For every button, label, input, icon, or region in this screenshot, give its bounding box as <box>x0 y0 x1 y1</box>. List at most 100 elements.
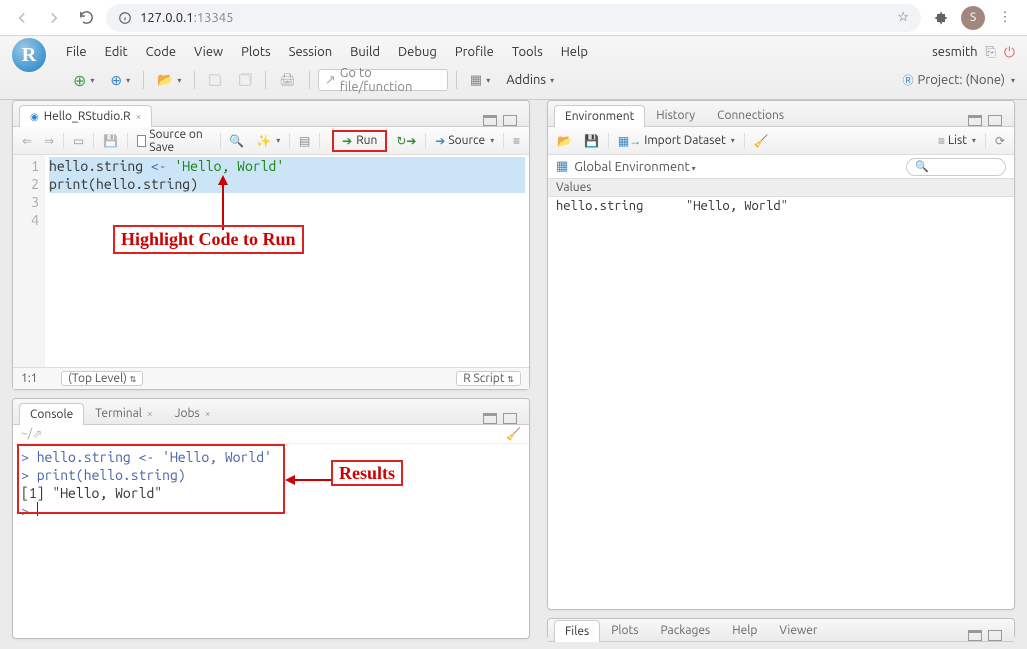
load-workspace-icon[interactable]: 📂 <box>554 131 575 151</box>
show-in-new-icon[interactable]: ▭ <box>70 131 87 151</box>
save-source-icon[interactable]: 💾 <box>100 131 121 151</box>
env-variable-row[interactable]: hello.string "Hello, World" <box>548 197 1014 215</box>
clear-env-icon[interactable]: 🧹 <box>751 131 772 151</box>
clear-console-icon[interactable]: 🧹 <box>506 427 521 441</box>
menu-plots[interactable]: Plots <box>241 45 271 59</box>
open-file-button[interactable]: 📂▾ <box>152 69 186 91</box>
kebab-menu-icon[interactable]: ⋮ <box>993 6 1017 30</box>
wand-icon[interactable]: ✨▾ <box>253 131 283 151</box>
save-workspace-icon[interactable]: 💾 <box>581 131 602 151</box>
tab-terminal[interactable]: Terminal× <box>84 402 163 424</box>
back-button[interactable] <box>10 6 34 30</box>
files-pane: Files Plots Packages Help Viewer <box>547 618 1015 639</box>
list-view-button[interactable]: ≡ List▾ <box>935 131 979 151</box>
path-popout-icon[interactable]: ⇗ <box>32 427 42 441</box>
source-on-save-checkbox[interactable]: Source on Save <box>134 131 214 151</box>
menu-view[interactable]: View <box>194 45 223 59</box>
refresh-env-icon[interactable]: ⟳ <box>992 131 1008 151</box>
minimize-pane-icon[interactable] <box>483 115 497 126</box>
menu-file[interactable]: File <box>66 45 87 59</box>
menu-debug[interactable]: Debug <box>398 45 437 59</box>
quit-icon[interactable]: ⏻ <box>1004 44 1015 61</box>
outline-icon[interactable]: ≡ <box>510 131 523 151</box>
tab-files[interactable]: Files <box>554 620 600 642</box>
find-icon[interactable]: 🔍 <box>226 131 247 151</box>
menu-session[interactable]: Session <box>289 45 332 59</box>
minimize-files-icon[interactable] <box>968 630 982 641</box>
source-button[interactable]: ➔Source▾ <box>432 131 497 151</box>
new-project-button[interactable]: ⊕▾ <box>105 69 135 91</box>
project-selector[interactable]: Ⓡ Project: (None) ▾ <box>903 72 1027 88</box>
address-bar[interactable]: 127.0.0.1:13345 ☆ <box>106 4 921 32</box>
extensions-icon[interactable] <box>929 6 953 30</box>
tab-connections[interactable]: Connections <box>706 104 795 126</box>
grid-button[interactable]: ▦▾ <box>465 69 495 91</box>
back-nav-icon[interactable]: ⇐ <box>19 131 35 151</box>
save-button[interactable] <box>203 69 227 91</box>
scope-selector[interactable]: Global Environment▾ <box>574 160 695 174</box>
import-dataset-button[interactable]: ▦→Import Dataset▾ <box>615 131 738 151</box>
go-to-file-input[interactable]: ↗Go to file/function <box>318 69 448 91</box>
menu-build[interactable]: Build <box>350 45 380 59</box>
env-section-values: Values <box>548 179 1014 197</box>
maximize-env-icon[interactable] <box>988 115 1002 126</box>
env-var-value: "Hello, World" <box>686 199 788 213</box>
console-path-bar: ~/⇗ 🧹 <box>13 425 529 444</box>
tab-console[interactable]: Console <box>19 403 84 425</box>
code-line-4[interactable] <box>49 211 525 229</box>
menu-edit[interactable]: Edit <box>105 45 128 59</box>
cursor-pos: 1:1 <box>21 372 61 385</box>
tab-packages[interactable]: Packages <box>649 619 721 641</box>
scope-selector[interactable]: (Top Level) ⇅ <box>61 371 143 386</box>
console-output[interactable]: > hello.string <- 'Hello, World' > print… <box>13 444 529 638</box>
minimize-env-icon[interactable] <box>968 115 982 126</box>
env-scope-bar: ▦ Global Environment▾ <box>548 155 1014 179</box>
compile-report-icon[interactable]: ▤ <box>296 131 313 151</box>
menu-tools[interactable]: Tools <box>512 45 543 59</box>
source-toolbar: ⇐ ⇒ ▭ 💾 Source on Save 🔍 ✨▾ ▤ ➔Run <box>13 127 529 155</box>
forward-button[interactable] <box>42 6 66 30</box>
source-editor[interactable]: 1 2 3 4 hello.string <- 'Hello, World' p… <box>13 155 529 367</box>
code-line-1[interactable]: hello.string <- 'Hello, World' <box>49 157 525 175</box>
tab-plots[interactable]: Plots <box>600 619 649 641</box>
maximize-pane-icon[interactable] <box>503 115 517 126</box>
go-to-file-placeholder: Go to file/function <box>340 66 441 94</box>
print-button[interactable]: 🖨 <box>274 69 301 91</box>
code-line-3[interactable] <box>49 193 525 211</box>
scope-icon: ▦ <box>556 159 568 174</box>
lang-selector[interactable]: R Script ⇅ <box>456 371 521 386</box>
maximize-console-icon[interactable] <box>503 413 517 424</box>
source-on-save-label: Source on Save <box>149 128 210 154</box>
env-toolbar: 📂 💾 ▦→Import Dataset▾ 🧹 ≡ List▾ ⟳ <box>548 127 1014 155</box>
close-tab-icon[interactable]: × <box>136 111 142 122</box>
new-file-button[interactable]: ⊕▾ <box>68 69 99 91</box>
run-label: Run <box>356 134 377 147</box>
tab-environment[interactable]: Environment <box>554 105 645 127</box>
menu-help[interactable]: Help <box>561 45 588 59</box>
addins-button[interactable]: Addins▾ <box>501 69 559 91</box>
reload-button[interactable] <box>74 6 98 30</box>
menu-code[interactable]: Code <box>146 45 176 59</box>
menu-profile[interactable]: Profile <box>455 45 494 59</box>
fwd-nav-icon[interactable]: ⇒ <box>41 131 57 151</box>
tab-viewer[interactable]: Viewer <box>768 619 828 641</box>
code-line-2[interactable]: print(hello.string) <box>49 175 525 193</box>
tab-history[interactable]: History <box>645 104 706 126</box>
browser-toolbar: 127.0.0.1:13345 ☆ S ⋮ <box>0 0 1027 36</box>
save-all-button[interactable] <box>233 69 257 91</box>
star-icon[interactable]: ☆ <box>897 10 909 25</box>
r-file-icon: ◉ <box>30 111 39 123</box>
tab-jobs[interactable]: Jobs× <box>164 402 222 424</box>
minimize-console-icon[interactable] <box>483 413 497 424</box>
username-label: sesmith <box>932 45 977 59</box>
run-button[interactable]: ➔Run <box>332 130 387 152</box>
rerun-icon[interactable]: ↻➔ <box>393 131 419 151</box>
profile-avatar[interactable]: S <box>961 6 985 30</box>
env-search-input[interactable] <box>906 158 1006 176</box>
source-tab[interactable]: ◉ Hello_RStudio.R × <box>19 105 152 127</box>
tab-help[interactable]: Help <box>721 619 768 641</box>
maximize-files-icon[interactable] <box>988 630 1002 641</box>
source-statusbar: 1:1 (Top Level) ⇅ R Script ⇅ <box>13 367 529 389</box>
signout-icon[interactable]: ⎘ <box>986 45 996 60</box>
source-btn-label: Source <box>448 134 485 147</box>
